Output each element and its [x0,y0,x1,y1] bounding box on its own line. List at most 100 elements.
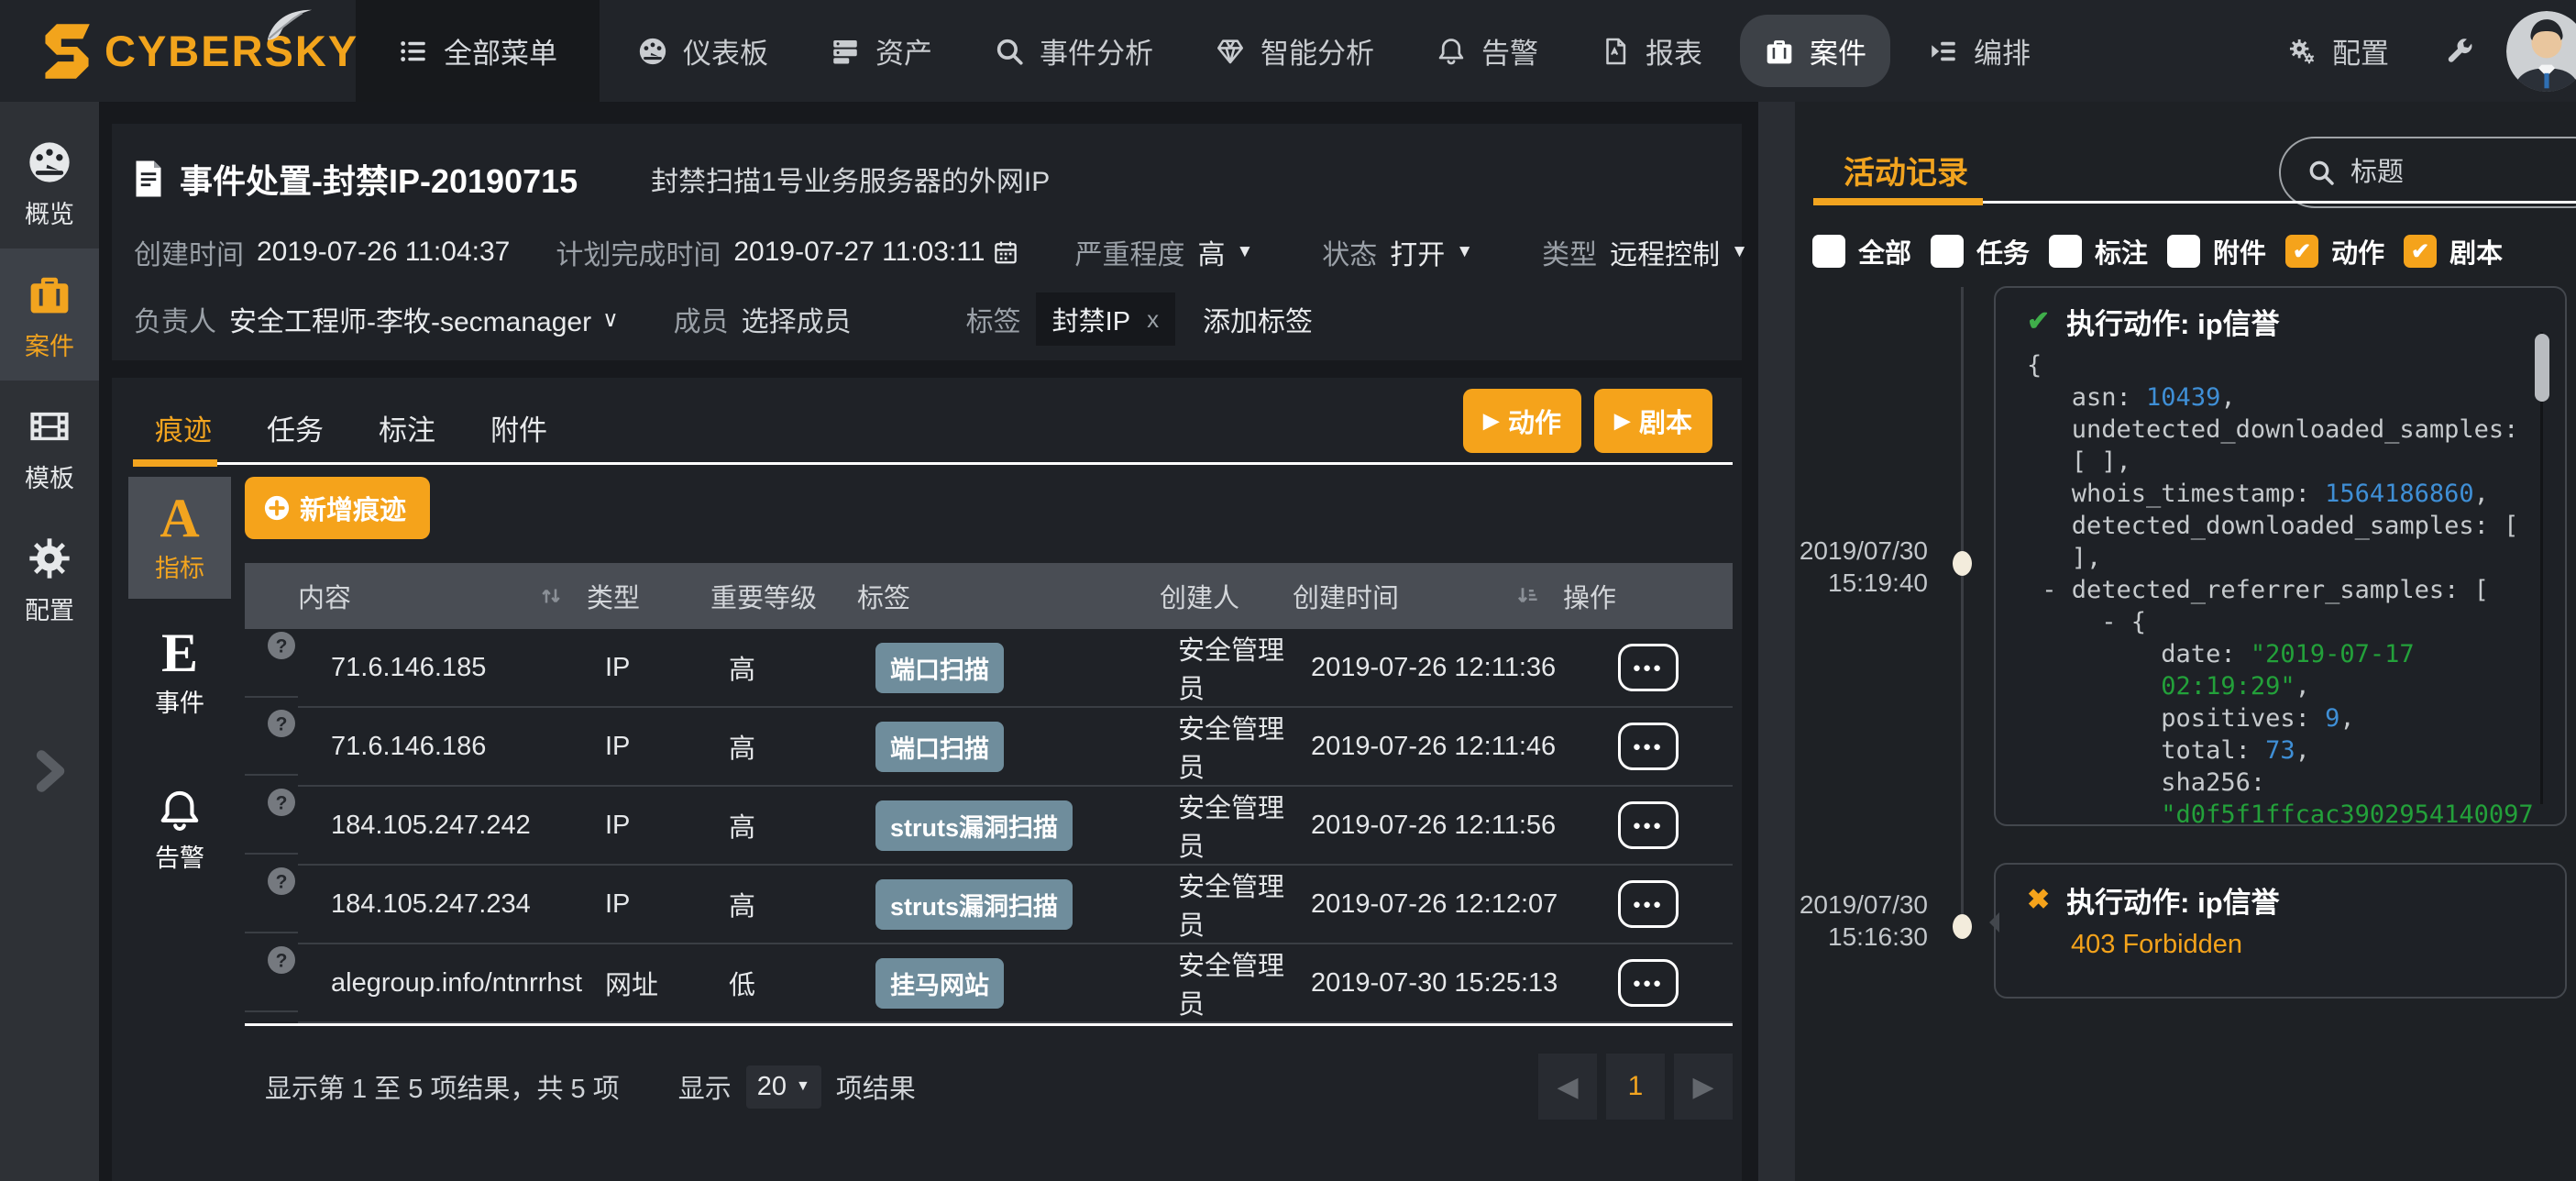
type-select[interactable]: 远程控制 [1610,232,1720,272]
activity-search[interactable] [2279,137,2576,208]
subnav-item-事件[interactable]: E事件 [128,612,231,734]
members-select[interactable]: 选择成员 [742,299,852,339]
scrollbar-track[interactable] [2540,332,2543,804]
sidebar-item-templates[interactable]: 模板 [0,381,99,513]
bell-icon [1436,36,1467,67]
tab-痕迹[interactable]: 痕迹 [151,394,215,461]
wrench-icon[interactable] [2444,36,2475,67]
add-trace-button[interactable]: 新增痕迹 [245,477,430,539]
due-value[interactable]: 2019-07-27 11:03:11 [733,237,985,268]
nav-item-dashboard[interactable]: 仪表板 [613,15,792,87]
column-label: 创建时间 [1293,577,1399,615]
app-logo[interactable]: CYBERSKY [0,23,356,80]
sidebar-expand-chevron[interactable] [0,744,99,799]
owner-select[interactable]: 安全工程师-李牧-secmanager [229,299,591,339]
cell-tag: struts漏洞扫描 [857,786,1160,865]
topbar: CYBERSKY 全部菜单 仪表板资产事件分析智能分析告警 报表案件编排 配置 [0,0,2576,102]
nav-item-assets[interactable]: 资产 [806,15,956,87]
tab-附件[interactable]: 附件 [487,394,551,461]
sidebar-item-overview[interactable]: 概览 [0,116,99,248]
activity-entry-card[interactable]: ✖执行动作: ip信誉403 Forbidden [1994,863,2567,999]
scrollbar-thumb[interactable] [2535,334,2549,402]
status-select[interactable]: 打开 [1390,232,1445,272]
sidebar-item-settings[interactable]: 配置 [0,513,99,645]
nav-item-all-menu[interactable]: 全部菜单 [356,0,600,102]
sidebar-item-cases[interactable]: 案件 [0,248,99,381]
tab-标注[interactable]: 标注 [375,394,439,461]
row-actions-button[interactable]: ●●● [1618,644,1679,691]
brand-name: CYBERSKY [105,26,358,76]
trace-tag-chip: 端口扫描 [875,722,1004,772]
filter-动作[interactable]: ✔动作 [2285,232,2384,270]
nav-item-event-analysis[interactable]: 事件分析 [970,15,1177,87]
filter-标注[interactable]: 标注 [2049,232,2148,270]
subnav-item-label: 告警 [155,838,204,874]
column-header-1[interactable]: 内容 [298,563,587,629]
page-number-button[interactable]: 1 [1606,1054,1665,1120]
nav-item-intel-analysis[interactable]: 智能分析 [1191,15,1398,87]
row-help-icon: ? [245,865,298,933]
row-actions-button[interactable]: ●●● [1618,959,1679,1007]
cell-content: 184.105.247.234 [298,865,587,944]
activity-entry-card[interactable]: ✔执行动作: ip信誉{ asn: 10439, undetected_down… [1994,286,2567,826]
cell-type: IP [587,707,710,786]
subnav-item-告警[interactable]: 告警 [128,772,231,889]
checkbox-unchecked[interactable] [1931,235,1964,268]
cell-created: 2019-07-26 12:12:07 [1293,865,1563,944]
severity-select[interactable]: 高 [1197,232,1225,272]
add-tag-button[interactable]: 添加标签 [1203,299,1313,339]
nav-item-label: 全部菜单 [444,30,557,72]
subnav-item-指标[interactable]: A指标 [128,477,231,599]
nav-item-cases[interactable]: 案件 [1740,15,1890,87]
filter-剧本[interactable]: ✔ 剧本 [2404,232,2503,270]
filter-附件[interactable]: 附件 [2167,232,2266,270]
table-row: ?alegroup.info/ntnrrhst网址低挂马网站安全管理员2019-… [245,944,1733,1022]
activity-divider [1983,201,2576,204]
nav-item-alerts[interactable]: 告警 [1412,15,1562,87]
panel-divider-scrollbar[interactable] [1758,102,1795,1181]
checkbox-checked[interactable]: ✔ [2285,235,2318,268]
activity-search-input[interactable] [2350,158,2552,188]
filter-全部[interactable]: 全部 [1812,232,1911,270]
dashboard-icon [26,138,73,186]
nav-item-orchestration[interactable]: 编排 [1904,15,2054,87]
checkbox-unchecked[interactable] [2167,235,2200,268]
row-actions-button[interactable]: ●●● [1618,723,1679,770]
checkbox-checked[interactable]: ✔ [2404,235,2437,268]
case-tag-chip[interactable]: 封禁IP x [1036,292,1175,346]
row-actions-button[interactable]: ●●● [1618,880,1679,928]
cell-actions: ●●● [1563,944,1733,1022]
tags-label: 标签 [966,299,1021,339]
column-header-6[interactable]: 创建时间 [1293,563,1563,629]
user-avatar[interactable] [2506,11,2576,92]
report-icon [1600,36,1631,67]
next-page-button[interactable]: ▶ [1674,1054,1733,1120]
playbook-button[interactable]: ▶ 剧本 [1594,389,1712,453]
filter-任务[interactable]: 任务 [1931,232,2030,270]
code-line: detected_downloaded_samples: [ [2027,510,2565,542]
tab-任务[interactable]: 任务 [263,394,327,461]
filter-label: 附件 [2213,232,2266,270]
nav-item-reports[interactable]: 报表 [1576,15,1726,87]
nav-item-label: 报表 [1646,30,1702,72]
orchestration-icon [1928,36,1959,67]
calendar-icon[interactable] [992,238,1019,266]
cell-creator: 安全管理员 [1160,865,1293,944]
svg-text:?: ? [276,793,288,814]
svg-text:?: ? [276,714,288,735]
code-line: date: "2019-07-17 [2027,638,2565,670]
row-actions-button[interactable]: ●●● [1618,801,1679,849]
remove-tag-icon[interactable]: x [1147,305,1159,334]
cell-created: 2019-07-26 12:11:36 [1293,629,1563,707]
workspace-tabs: 痕迹任务标注附件 [151,394,551,461]
action-button[interactable]: ▶ 动作 [1463,389,1581,453]
prev-page-button[interactable]: ◀ [1538,1054,1597,1120]
page-size-select[interactable]: 20 ▼ [746,1065,821,1109]
svg-text:?: ? [276,951,288,972]
cell-tag: struts漏洞扫描 [857,865,1160,944]
dashboard-icon [637,36,668,67]
filter-label: 剧本 [2449,232,2503,270]
checkbox-unchecked[interactable] [2049,235,2082,268]
checkbox-unchecked[interactable] [1812,235,1845,268]
nav-item-settings[interactable]: 配置 [2262,15,2413,87]
